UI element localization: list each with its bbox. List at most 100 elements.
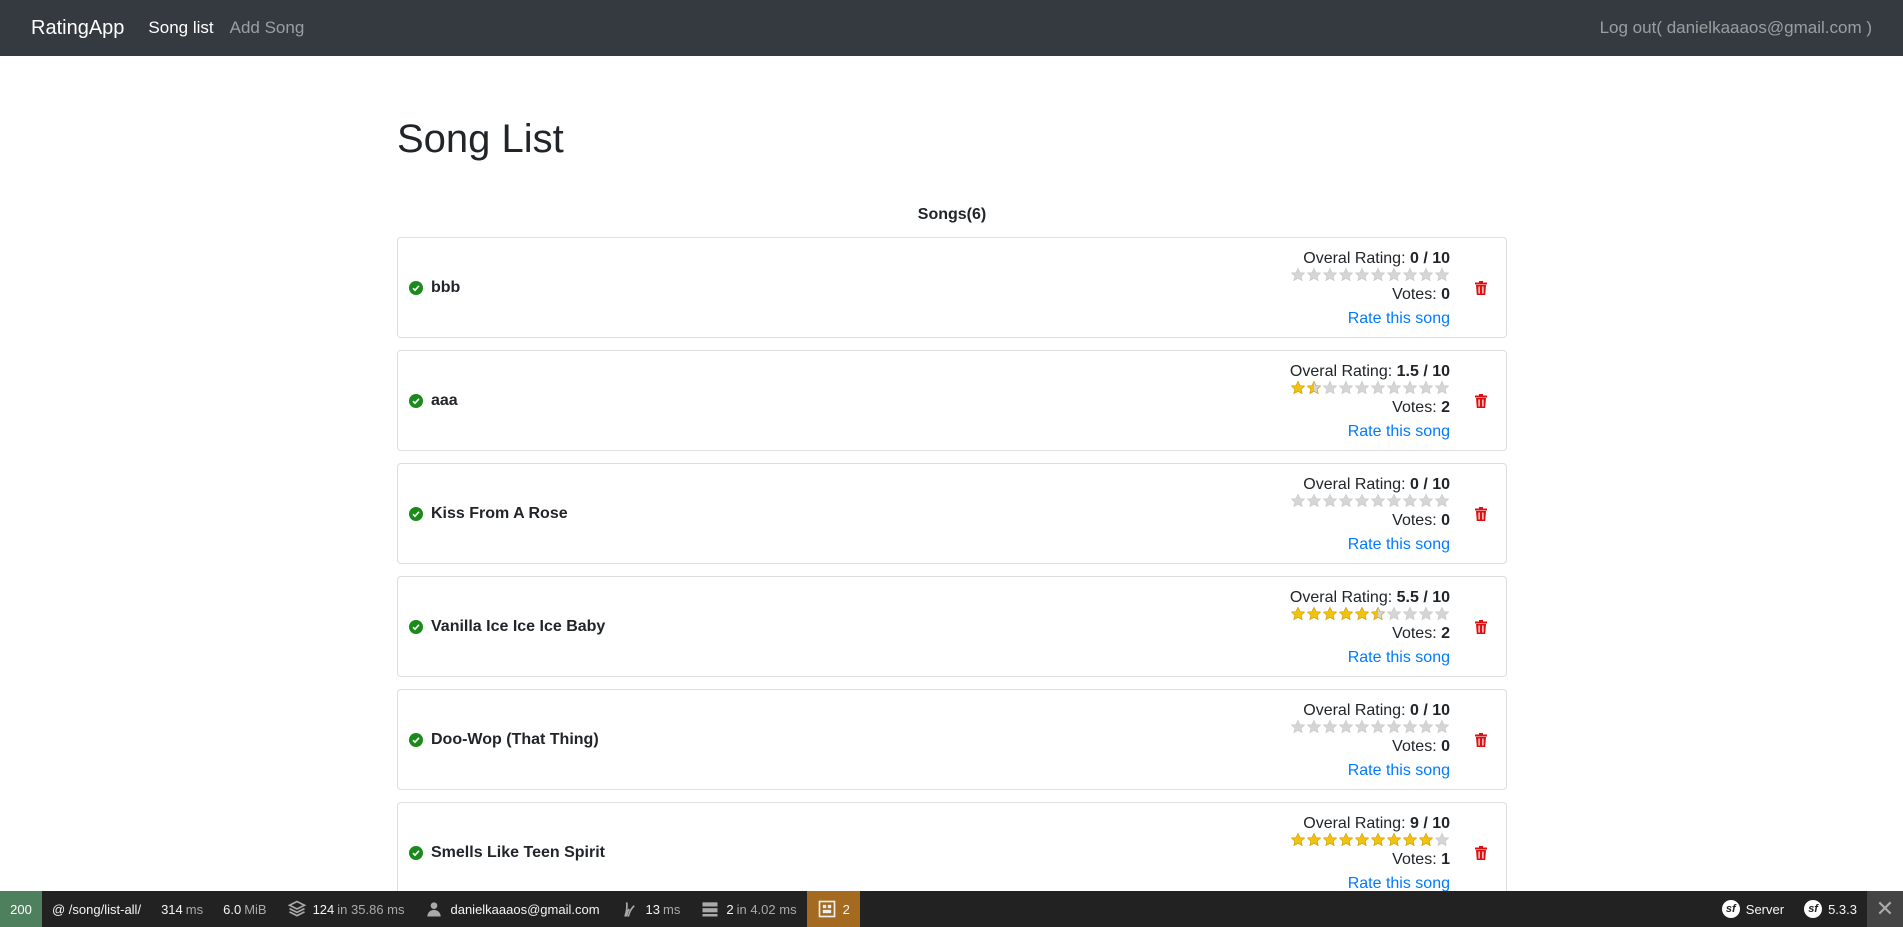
song-title: Doo-Wop (That Thing) [431, 730, 599, 748]
votes: Votes: 0 [1290, 737, 1450, 757]
song-card: Kiss From A Rose Overal Rating: 0 / 10 V… [397, 463, 1507, 564]
rating-star-icon [1290, 380, 1306, 396]
check-circle-icon [409, 845, 423, 860]
user-item[interactable]: danielkaaaos@gmail.com [414, 891, 609, 927]
rating-star-icon [1306, 606, 1322, 622]
main-container: Song List Songs(6) bbb Overal Rating: 0 … [397, 56, 1507, 915]
forms-item[interactable]: 2 [806, 891, 860, 927]
memory-value: 6.0 [223, 901, 242, 917]
logout-link[interactable]: Log out( danielkaaaos@gmail.com ) [1600, 18, 1872, 38]
song-card: bbb Overal Rating: 0 / 10 Votes: 0 Rate … [397, 237, 1507, 338]
song-title: aaa [431, 391, 458, 409]
rating-star-icon [1418, 719, 1434, 735]
twig-item[interactable]: 13 ms [610, 891, 691, 927]
time-value: 314 [161, 901, 183, 917]
rating-stars [1290, 493, 1450, 509]
rating-star-icon [1354, 606, 1370, 622]
database-icon [287, 900, 306, 917]
rating-star-icon [1354, 719, 1370, 735]
trash-icon[interactable] [1474, 732, 1488, 747]
time-item[interactable]: 314 ms [151, 891, 213, 927]
overall-rating: Overal Rating: 0 / 10 [1290, 475, 1450, 495]
song-card: Doo-Wop (That Thing) Overal Rating: 0 / … [397, 689, 1507, 790]
rating-star-icon [1290, 832, 1306, 848]
trash-icon[interactable] [1474, 280, 1488, 295]
votes: Votes: 0 [1290, 511, 1450, 531]
rating-star-icon [1370, 832, 1386, 848]
rating-star-icon [1338, 380, 1354, 396]
song-card: Vanilla Ice Ice Ice Baby Overal Rating: … [397, 576, 1507, 677]
rating-star-icon [1418, 267, 1434, 283]
song-title: Smells Like Teen Spirit [431, 843, 605, 861]
memory-item[interactable]: 6.0 MiB [213, 891, 276, 927]
rate-song-link[interactable]: Rate this song [1290, 535, 1450, 555]
song-list: bbb Overal Rating: 0 / 10 Votes: 0 Rate … [397, 237, 1507, 903]
rate-song-link[interactable]: Rate this song [1290, 422, 1450, 442]
debug-toolbar: 200 @ /song/list-all/ 314 ms 6.0 MiB 124 in… [0, 891, 1903, 927]
rate-song-link[interactable]: Rate this song [1290, 761, 1450, 781]
cache-time: in 4.02 ms [736, 901, 797, 917]
brand-link[interactable]: RatingApp [31, 17, 124, 40]
route-item[interactable]: @ /song/list-all/ [42, 891, 151, 927]
server-item[interactable]: sf Server [1712, 891, 1794, 927]
rating-star-icon [1386, 606, 1402, 622]
rating-star-icon [1434, 267, 1450, 283]
trash-icon[interactable] [1474, 393, 1488, 408]
rating-star-icon [1434, 493, 1450, 509]
votes-label: Votes: [1392, 625, 1442, 642]
page-title: Song List [397, 117, 564, 161]
nav-song-list[interactable]: Song list [148, 18, 213, 38]
trash-icon[interactable] [1474, 845, 1488, 860]
rating-star-icon [1338, 267, 1354, 283]
rating-star-icon [1434, 380, 1450, 396]
rating-star-icon [1290, 493, 1306, 509]
trash-icon[interactable] [1474, 619, 1488, 634]
rating-star-icon [1338, 719, 1354, 735]
version-label: 5.3.3 [1828, 901, 1857, 917]
trash-icon[interactable] [1474, 506, 1488, 521]
cache-item[interactable]: 2 in 4.02 ms [690, 891, 806, 927]
db-item[interactable]: 124 in 35.86 ms [277, 891, 415, 927]
forms-count: 2 [842, 901, 850, 917]
rating-value: 0 / 10 [1409, 702, 1450, 719]
votes-value: 2 [1441, 399, 1450, 416]
song-title-row: aaa [409, 392, 458, 410]
rating-star-icon [1322, 719, 1338, 735]
rating-stars [1290, 719, 1450, 735]
rating-star-icon [1402, 267, 1418, 283]
close-toolbar-button[interactable]: ✕ [1867, 891, 1903, 927]
votes: Votes: 1 [1290, 850, 1450, 870]
rating-stars [1290, 832, 1450, 848]
server-label: Server [1745, 901, 1785, 917]
nav-add-song[interactable]: Add Song [230, 18, 305, 38]
song-title-row: bbb [409, 279, 460, 297]
overall-rating: Overal Rating: 1.5 / 10 [1290, 362, 1450, 382]
check-circle-icon [409, 619, 423, 634]
votes-value: 0 [1441, 738, 1450, 755]
queries-time: in 35.86 ms [337, 901, 405, 917]
check-circle-icon [409, 280, 423, 295]
rating-star-icon [1370, 380, 1386, 396]
rating-star-icon [1418, 832, 1434, 848]
rating-value: 9 / 10 [1409, 815, 1450, 832]
overall-rating: Overal Rating: 9 / 10 [1290, 814, 1450, 834]
rating-label: Overal Rating: [1289, 363, 1397, 380]
overall-rating: Overal Rating: 5.5 / 10 [1290, 588, 1450, 608]
song-title-row: Vanilla Ice Ice Ice Baby [409, 618, 605, 636]
rating-star-icon [1354, 832, 1370, 848]
song-card: aaa Overal Rating: 1.5 / 10 Votes: 2 Rat… [397, 350, 1507, 451]
votes-label: Votes: [1392, 399, 1442, 416]
song-title: Kiss From A Rose [431, 504, 568, 522]
rating-star-icon [1354, 380, 1370, 396]
twig-icon [623, 902, 635, 917]
rating-star-icon [1322, 493, 1338, 509]
symfony-icon: sf [1721, 900, 1740, 918]
song-title: Vanilla Ice Ice Ice Baby [431, 617, 606, 635]
rating-star-icon [1338, 606, 1354, 622]
rating-value: 0 / 10 [1409, 476, 1450, 493]
version-item[interactable]: sf 5.3.3 [1794, 891, 1867, 927]
status-code[interactable]: 200 [0, 891, 42, 927]
rate-song-link[interactable]: Rate this song [1290, 309, 1450, 329]
rate-song-link[interactable]: Rate this song [1290, 648, 1450, 668]
rating-value: 5.5 / 10 [1396, 589, 1450, 606]
